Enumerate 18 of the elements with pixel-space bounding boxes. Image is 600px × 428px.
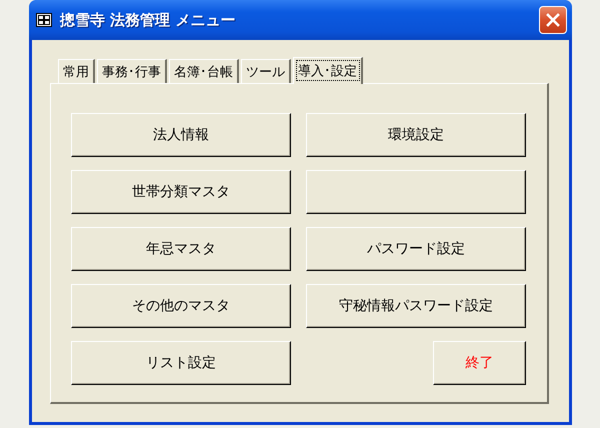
form-icon: [36, 13, 52, 27]
menu-button[interactable]: 環境設定: [306, 113, 526, 157]
close-icon: [546, 13, 560, 27]
menu-button[interactable]: 世帯分類マスタ: [71, 170, 291, 214]
menu-button[interactable]: リスト設定: [71, 341, 291, 385]
menu-button[interactable]: パスワード設定: [306, 227, 526, 271]
tab[interactable]: 事務･行事: [97, 59, 167, 83]
tab[interactable]: 名簿･台帳: [169, 59, 239, 83]
tab[interactable]: 常用: [58, 59, 95, 83]
menu-button[interactable]: 法人情報: [71, 113, 291, 157]
menu-button[interactable]: [306, 170, 526, 214]
window-title: 摠雪寺 法務管理 メニュー: [60, 10, 236, 30]
menu-button[interactable]: 守秘情報パスワード設定: [306, 284, 526, 328]
close-button[interactable]: [539, 6, 567, 34]
tab[interactable]: ツール: [241, 59, 291, 83]
tab[interactable]: 導入･設定: [293, 57, 363, 84]
menu-button[interactable]: その他のマスタ: [71, 284, 291, 328]
menu-button[interactable]: 年忌マスタ: [71, 227, 291, 271]
